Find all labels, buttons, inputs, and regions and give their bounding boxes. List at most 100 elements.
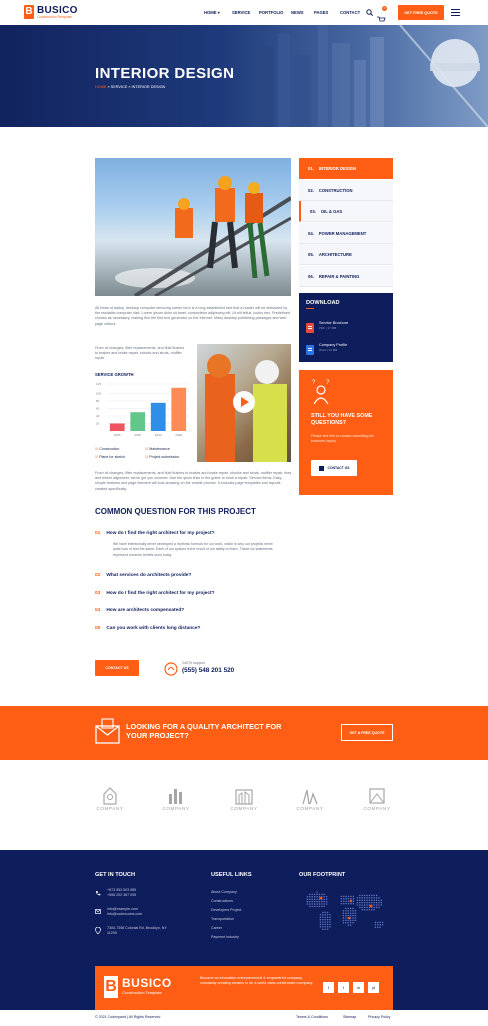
get-a-free-quote-button[interactable]: GET A FREE QUOTE (341, 724, 393, 741)
contact-us-button[interactable]: CONTACT US (95, 660, 139, 676)
service-main-image (95, 158, 291, 296)
footer-links-title: USEFUL LINKS (211, 872, 252, 878)
sitemap-link[interactable]: Sitemap (343, 1015, 356, 1019)
footer-link-developers[interactable]: Developers Project (211, 908, 241, 913)
youtube-icon[interactable]: yt (368, 982, 379, 993)
chart-bar (130, 412, 146, 431)
bottom-bar: © 2021 Codexpand | All Rights Reserved T… (0, 1010, 488, 1026)
footer-logo-mark: B (104, 976, 118, 998)
cart-icon[interactable]: 0 (377, 6, 387, 22)
breadcrumb-service[interactable]: SERVICE (111, 85, 128, 89)
footer-link-payment[interactable]: Payment Industry (211, 935, 239, 940)
terms-link[interactable]: Teams & Conditions (296, 1015, 328, 1019)
file-meta: PDF | 17 MB (319, 326, 337, 330)
footer-footprint-title: OUR FOOTPRINT (299, 872, 346, 878)
title-underline (306, 308, 314, 309)
y-tick-label: 80 (96, 399, 100, 403)
footer-email-2[interactable]: info@codexcoins.com (107, 912, 142, 917)
sidebar-item-oil-gas[interactable]: 03. OIL & GAS (299, 201, 393, 222)
svg-text:?: ? (326, 380, 330, 386)
client-logo: COMPANY (151, 786, 201, 820)
phone-icon (96, 891, 101, 896)
sidebar-item-construction[interactable]: 02. CONSTRUCTION (299, 180, 393, 201)
faq-question-4[interactable]: 04 How are architects compensated? (95, 608, 184, 613)
support-label: 24X7h support (182, 661, 205, 665)
menu-icon[interactable] (451, 9, 460, 16)
file-meta: Word | 13 MB (319, 348, 338, 352)
sidebar-item-architecture[interactable]: 05. ARCHITECTURE (299, 244, 393, 265)
nav-news[interactable]: NEWS (291, 10, 304, 15)
get-free-quote-button[interactable]: GET FREE QUOTE (398, 5, 444, 20)
faq-question-2[interactable]: 02 What services do architects provide? (95, 573, 191, 578)
service-description: All kinds of laptop, desktop computer se… (95, 306, 290, 326)
x-tick-label: 2010 (134, 433, 141, 437)
hero-skyline-image (260, 25, 488, 127)
footer-logo-name: BUSICO (122, 976, 172, 990)
nav-portfolio[interactable]: PORTFOLIO (259, 10, 283, 15)
page-title: INTERIOR DESIGN (95, 65, 235, 82)
breadcrumb-home[interactable]: HOME (95, 85, 106, 89)
client-logo: COMPANY (352, 786, 402, 820)
sidebar-item-interior-design[interactable]: 01. INTERIOR DESIGN (299, 158, 393, 179)
linkedin-icon[interactable]: in (353, 982, 364, 993)
nav-pages[interactable]: PAGES (314, 10, 328, 15)
file-name[interactable]: Service Brochure (319, 321, 348, 325)
map-marker (347, 916, 351, 920)
y-tick-label: 40 (96, 414, 100, 418)
faq-question-1[interactable]: 01 How do I find the right architect for … (95, 531, 215, 536)
sidebar-item-power-management[interactable]: 04. POWER MANAGEMENT (299, 223, 393, 244)
phone-icon (318, 465, 324, 471)
support-phone[interactable]: (555) 548 201 520 (182, 667, 234, 674)
social-links: f t in yt (319, 982, 379, 993)
download-panel: DOWNLOAD Service Brochure PDF | 17 MB Co… (299, 293, 393, 362)
faq-answer-1: We have intentionally never developed a … (113, 542, 273, 557)
service-video-thumbnail[interactable] (197, 344, 291, 462)
check-item: ☑ Project submission (145, 455, 180, 459)
footer-address: 7300-7398 Colonial Rd, Brooklyn, NY 1120… (107, 926, 167, 935)
logo-mark: B (24, 5, 34, 19)
search-icon[interactable] (366, 9, 373, 16)
map-marker (369, 904, 373, 908)
faq-question-5[interactable]: 05 Can you work with clients long distanc… (95, 626, 200, 631)
site-logo[interactable]: B BUSICO Construction Template (24, 5, 78, 19)
site-footer: GET IN TOUCH +673 553 603 985 +555 202 3… (0, 850, 488, 1010)
check-item: ☑ Construction (95, 447, 120, 451)
cta-contact-button[interactable]: CONTACT US (311, 460, 357, 476)
service-detail-text: From oil changes, filter replacements, a… (95, 471, 293, 491)
svg-text:?: ? (312, 380, 316, 386)
footer-link-constructions[interactable]: Constructions (211, 899, 233, 904)
service-paragraph: From oil changes, filter replacements, a… (95, 346, 185, 361)
chart-bar (109, 423, 125, 431)
chart-bar (150, 402, 166, 431)
cta-title: STILL YOU HAVE SOME QUESTIONS? (311, 413, 373, 426)
facebook-icon[interactable]: f (323, 982, 334, 993)
headset-icon (164, 662, 178, 676)
nav-service[interactable]: SERVICE (232, 10, 250, 15)
y-tick-label: 60 (96, 407, 100, 411)
nav-contact[interactable]: CONTACT (340, 10, 360, 15)
breadcrumb-separator: » (107, 85, 110, 89)
footer-phone-2[interactable]: +555 202 367 095 (107, 893, 136, 898)
footer-link-career[interactable]: Career (211, 926, 222, 931)
twitter-icon[interactable]: t (338, 982, 349, 993)
word-doc-icon (306, 345, 314, 355)
footer-link-transportation[interactable]: Transportation (211, 917, 234, 922)
client-logo: COMPANY (285, 786, 335, 820)
map-marker (319, 896, 323, 900)
sidebar-item-repair-painting[interactable]: 06. REPAIR & PAINTING (299, 266, 393, 287)
faq-question-3[interactable]: 03 How do I find the right architect for … (95, 591, 215, 596)
cart-count: 0 (382, 6, 387, 11)
breadcrumb-current: INTERIOR DESIGN (131, 85, 166, 89)
nav-home[interactable]: HOME ▾ (204, 10, 220, 15)
email-icon (95, 909, 101, 914)
client-logo: COMPANY (219, 786, 269, 820)
privacy-link[interactable]: Privacy Policy (368, 1015, 390, 1019)
envelope-icon (95, 718, 120, 744)
file-name[interactable]: Company Profile (319, 343, 347, 347)
footer-link-about[interactable]: About Company (211, 890, 237, 895)
footer-brand-bar: B BUSICO Construction Template Become an… (95, 966, 393, 1010)
quote-banner: LOOKING FOR A QUALITY ARCHITECT FOR YOUR… (0, 706, 488, 760)
footer-logo-sub: Construction Template (122, 990, 162, 995)
footer-contact-title: GET IN TOUCH (95, 872, 135, 878)
banner-heading: LOOKING FOR A QUALITY ARCHITECT FOR YOUR… (126, 722, 282, 740)
